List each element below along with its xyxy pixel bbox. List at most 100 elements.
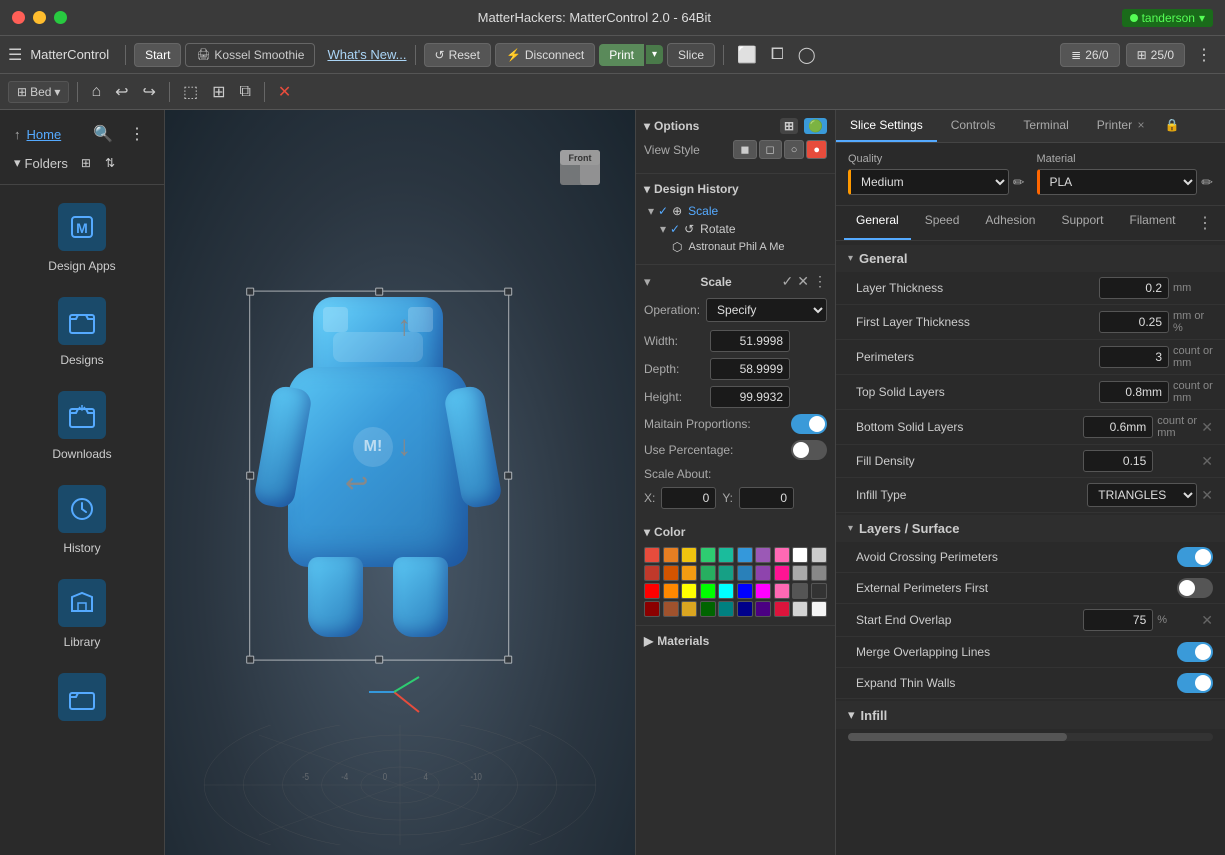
merge-overlapping-toggle[interactable] [1177, 642, 1213, 662]
sidebar-item-design-apps[interactable]: M Design Apps [12, 193, 152, 283]
handle-middle-left[interactable] [246, 471, 254, 479]
color-swatch[interactable] [755, 547, 771, 563]
color-swatch[interactable] [644, 565, 660, 581]
delete-button[interactable]: ✕ [273, 80, 296, 104]
color-swatch[interactable] [700, 565, 716, 581]
color-swatch[interactable] [718, 601, 734, 617]
x-input[interactable] [661, 487, 716, 509]
color-swatch[interactable] [792, 601, 808, 617]
search-button[interactable]: 🔍 [88, 122, 118, 146]
color-swatch[interactable] [644, 601, 660, 617]
counter2-button[interactable]: ⊞ 25/0 [1126, 43, 1185, 67]
color-swatch[interactable] [792, 547, 808, 563]
view-mode-button[interactable]: ⧉ [234, 81, 255, 103]
rotate-up-arrow[interactable]: ↑ [397, 310, 411, 342]
maintain-proportions-toggle[interactable] [791, 414, 827, 434]
printer-tab-close[interactable]: × [1137, 118, 1144, 132]
width-input[interactable] [710, 330, 790, 352]
color-swatch[interactable] [737, 583, 753, 599]
sidebar-item-designs[interactable]: Designs [12, 287, 152, 377]
view-xray-btn[interactable]: ○ [784, 140, 805, 159]
color-swatch[interactable] [681, 565, 697, 581]
color-swatch[interactable] [755, 601, 771, 617]
settings-tab-speed[interactable]: Speed [913, 206, 972, 240]
sidebar-item-history[interactable]: History [12, 475, 152, 565]
window-controls[interactable] [12, 11, 67, 24]
handle-top-left[interactable] [246, 287, 254, 295]
color-swatch[interactable] [792, 583, 808, 599]
tab-slice-settings[interactable]: Slice Settings [836, 110, 937, 142]
color-swatch[interactable] [774, 547, 790, 563]
3d-view-icon[interactable]: ⬜ [732, 43, 762, 67]
depth-input[interactable] [710, 358, 790, 380]
scale-cancel-button[interactable]: ✕ [797, 273, 809, 290]
color-swatch[interactable] [644, 583, 660, 599]
first-layer-thickness-input[interactable] [1099, 311, 1169, 333]
home-view-button[interactable]: ⌂ [86, 81, 106, 103]
folder-sort-icon[interactable]: ⇅ [100, 154, 120, 172]
color-swatch[interactable] [811, 583, 827, 599]
rotate-tree-item[interactable]: ▾ ✓ ↺ Rotate [644, 220, 827, 238]
color-swatch[interactable] [774, 583, 790, 599]
scale-confirm-button[interactable]: ✓ [782, 273, 794, 290]
layers-surface-header[interactable]: ▾ Layers / Surface [836, 515, 1225, 542]
color-swatch[interactable] [755, 583, 771, 599]
fill-density-input[interactable] [1083, 450, 1153, 472]
handle-bottom-middle[interactable] [375, 655, 383, 663]
color-swatch[interactable] [681, 583, 697, 599]
options-header[interactable]: ▾ Options ⊞ 🟢 [644, 118, 827, 134]
3d-model[interactable]: M! [268, 307, 488, 627]
materials-header[interactable]: ▶ Materials [644, 634, 827, 648]
color-swatch[interactable] [737, 601, 753, 617]
operation-select[interactable]: Specify [706, 298, 827, 322]
scale-tree-item[interactable]: ▾ ✓ ⊕ Scale [644, 202, 827, 220]
grid-button[interactable]: ⊞ [207, 80, 230, 104]
external-perimeters-toggle[interactable] [1177, 578, 1213, 598]
color-swatch[interactable] [700, 547, 716, 563]
handle-bottom-left[interactable] [246, 655, 254, 663]
color-swatch[interactable] [811, 547, 827, 563]
print-arrow-button[interactable]: ▾ [646, 45, 663, 64]
maximize-button[interactable] [54, 11, 67, 24]
whats-new-link[interactable]: What's New... [327, 47, 406, 62]
top-solid-layers-input[interactable] [1099, 381, 1169, 403]
color-swatch[interactable] [718, 583, 734, 599]
handle-bottom-right[interactable] [504, 655, 512, 663]
quality-select[interactable]: Medium [848, 169, 1009, 195]
settings-more-button[interactable]: ⋮ [1193, 206, 1217, 240]
color-swatch[interactable] [663, 565, 679, 581]
color-swatch[interactable] [644, 547, 660, 563]
color-swatch[interactable] [700, 601, 716, 617]
settings-tab-general[interactable]: General [844, 206, 911, 240]
rotate-down-arrow[interactable]: ↓ [397, 430, 411, 462]
color-swatch[interactable] [774, 601, 790, 617]
user-badge[interactable]: tanderson ▾ [1122, 9, 1213, 27]
quality-edit-button[interactable]: ✏ [1013, 174, 1025, 191]
color-swatch[interactable] [811, 601, 827, 617]
start-end-overlap-clear-button[interactable]: ✕ [1201, 612, 1213, 629]
color-swatch[interactable] [700, 583, 716, 599]
tab-printer[interactable]: Printer × [1083, 110, 1159, 142]
folder-grid-icon[interactable]: ⊞ [76, 154, 96, 172]
layers-icon[interactable]: ⧠ [766, 44, 789, 66]
tab-terminal[interactable]: Terminal [1009, 110, 1082, 142]
start-end-overlap-input[interactable] [1083, 609, 1153, 631]
settings-tab-filament[interactable]: Filament [1117, 206, 1187, 240]
view-wire-btn[interactable]: ◻ [759, 140, 782, 159]
tab-controls[interactable]: Controls [937, 110, 1010, 142]
bottom-solid-layers-input[interactable] [1083, 416, 1153, 438]
options-color-icon[interactable]: 🟢 [804, 118, 827, 134]
color-swatch[interactable] [663, 601, 679, 617]
hamburger-icon[interactable]: ☰ [8, 45, 22, 65]
bed-button[interactable]: ⊞ Bed ▾ [8, 81, 69, 103]
sidebar-item-bottom[interactable] [12, 663, 152, 731]
material-edit-button[interactable]: ✏ [1201, 174, 1213, 191]
toolbar-more-button[interactable]: ⋮ [1191, 43, 1217, 67]
sidebar-item-library[interactable]: Library [12, 569, 152, 659]
slice-button[interactable]: Slice [667, 43, 715, 67]
layer-thickness-input[interactable] [1099, 277, 1169, 299]
color-swatch[interactable] [681, 601, 697, 617]
color-swatch[interactable] [811, 565, 827, 581]
bottom-solid-clear-button[interactable]: ✕ [1201, 419, 1213, 436]
color-swatch[interactable] [755, 565, 771, 581]
